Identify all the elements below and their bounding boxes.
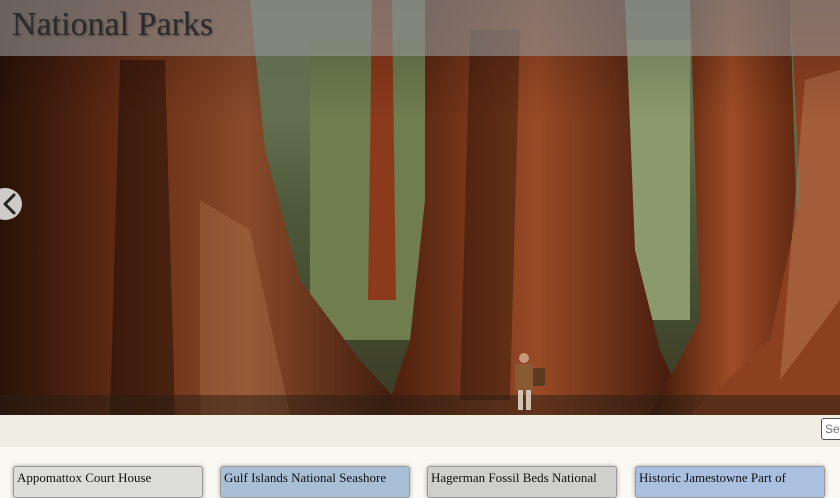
park-card[interactable]: Gulf Islands National Seashore (220, 466, 410, 498)
title-bar: National Parks (0, 0, 840, 56)
park-card[interactable]: Appomattox Court House (13, 466, 203, 498)
park-card-title: Appomattox Court House (17, 470, 152, 485)
park-cards: Appomattox Court House Gulf Islands Nati… (0, 447, 840, 498)
park-card-title: Hagerman Fossil Beds National (431, 470, 597, 485)
search-input[interactable] (821, 418, 840, 440)
sequoia-forest-photo (0, 0, 840, 415)
park-card-title: Historic Jamestowne Part of (639, 470, 786, 485)
search-strip (0, 415, 840, 447)
park-card[interactable]: Historic Jamestowne Part of (635, 466, 825, 498)
hero-image (0, 0, 840, 415)
page-title: National Parks (12, 6, 214, 43)
park-card[interactable]: Hagerman Fossil Beds National (427, 466, 617, 498)
park-card-title: Gulf Islands National Seashore (224, 470, 387, 485)
chevron-left-icon (3, 193, 16, 215)
